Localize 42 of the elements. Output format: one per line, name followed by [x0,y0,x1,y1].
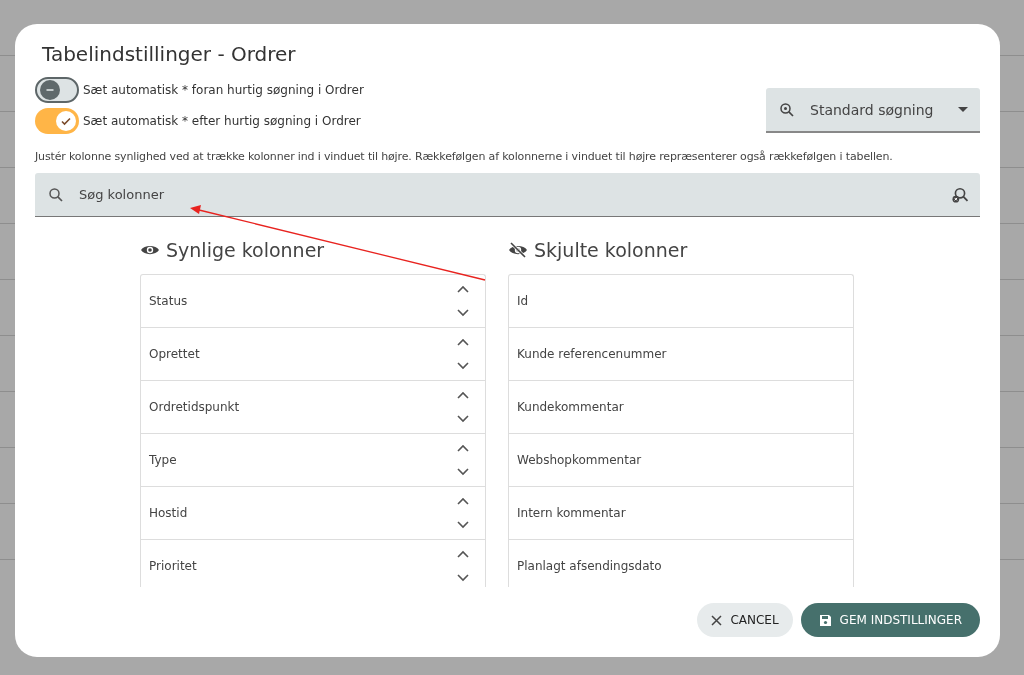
move-down-icon[interactable] [457,309,469,317]
move-down-icon[interactable] [457,415,469,423]
move-up-icon[interactable] [457,338,469,346]
column-list-title: Skjulte kolonner [534,239,688,261]
move-up-icon[interactable] [457,497,469,505]
help-text: Justér kolonne synlighed ved at trække kolonner ind i vinduet til højre. Rækkefølgen af kolonnerne i vinduet til højre repræsenterer også rækkefølgen i tabellen. [35,150,894,163]
move-down-icon[interactable] [457,521,469,529]
move-up-icon[interactable] [457,550,469,558]
column-list-item[interactable]: Kundekommentar [509,381,853,434]
eye-off-icon [508,242,528,258]
dialog-title: Tabelindstillinger - Ordrer [42,42,297,66]
column-list-item[interactable]: Status [141,275,485,328]
move-down-icon[interactable] [457,362,469,370]
toggle-label: Sæt automatisk * foran hurtig søgning i Ordrer [83,82,364,97]
move-up-icon[interactable] [457,391,469,399]
column-list-item[interactable]: Hostid [141,487,485,540]
close-icon [711,614,723,626]
toggle-switch[interactable] [35,76,79,103]
column-list-item[interactable]: Ordretidspunkt [141,381,485,434]
column-search-field[interactable]: Søg kolonner [35,173,980,217]
search-mode-dropdown[interactable]: Standard søgning [766,88,980,133]
clear-search-icon[interactable] [950,185,970,205]
zoom-search-icon [778,100,796,119]
column-list-title: Synlige kolonner [166,239,325,261]
move-up-icon[interactable] [457,444,469,452]
save-button[interactable]: GEM INDSTILLINGER [800,603,980,637]
move-down-icon[interactable] [457,468,469,476]
column-list-item[interactable]: Planlagt afsendingsdato [509,540,853,587]
column-list-item[interactable]: Kunde referencenummer [509,328,853,381]
dropdown-caret-icon [958,106,968,113]
column-list-item[interactable]: Id [509,275,853,328]
column-list-item[interactable]: Type [141,434,485,487]
toggle-switch[interactable] [35,107,79,134]
column-list-item[interactable]: Prioritet [141,540,485,587]
column-list-item[interactable]: Webshopkommentar [509,434,853,487]
cancel-button[interactable]: CANCEL [697,603,793,637]
column-list-item[interactable]: Oprettet [141,328,485,381]
column-list-item[interactable]: Intern kommentar [509,487,853,540]
move-down-icon[interactable] [457,574,469,582]
eye-icon [140,243,160,257]
move-up-icon[interactable] [457,285,469,293]
toggle-label: Sæt automatisk * efter hurtig søgning i Ordrer [83,113,361,128]
